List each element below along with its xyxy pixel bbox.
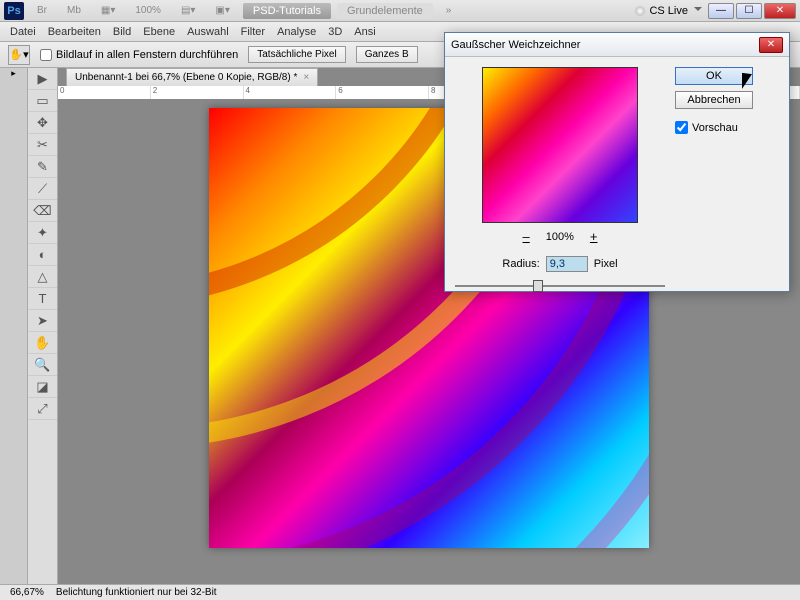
close-button[interactable]: ✕ xyxy=(764,3,796,19)
crop-tool[interactable]: ✂ xyxy=(28,134,57,156)
maximize-button[interactable]: ☐ xyxy=(736,3,762,19)
toolbox: ▶ ▭ ✥ ✂ ✎ ⟋ ⌫ ✦ ◐ △ T ➤ ✋ 🔍 ◪ ⤢ xyxy=(28,68,58,584)
workspace-more[interactable]: » xyxy=(439,3,459,18)
eraser-tool[interactable]: ⌫ xyxy=(28,200,57,222)
status-bar: 66,67% Belichtung funktioniert nur bei 3… xyxy=(0,584,800,600)
scroll-all-checkbox[interactable]: Bildlauf in allen Fenstern durchführen xyxy=(40,49,238,61)
actual-pixels-button[interactable]: Tatsächliche Pixel xyxy=(248,46,345,63)
ok-button[interactable]: OK xyxy=(675,67,753,85)
path-tool[interactable]: ➤ xyxy=(28,310,57,332)
menu-3d[interactable]: 3D xyxy=(328,26,342,38)
clone-tool[interactable]: ✦ xyxy=(28,222,57,244)
zoom-out-button[interactable]: – xyxy=(519,229,534,244)
pen-tool[interactable]: △ xyxy=(28,266,57,288)
cs-live-button[interactable]: CS Live xyxy=(635,5,702,17)
radius-input[interactable] xyxy=(546,256,588,272)
zoom-level[interactable]: 100% xyxy=(128,3,168,18)
gaussian-blur-dialog: Gaußscher Weichzeichner ✕ – 100% + Radiu… xyxy=(444,32,790,292)
menu-bild[interactable]: Bild xyxy=(113,26,131,38)
menu-filter[interactable]: Filter xyxy=(241,26,265,38)
move-tool[interactable]: ▶ xyxy=(28,68,57,90)
chevron-down-icon xyxy=(694,7,702,15)
app-logo: Ps xyxy=(4,2,24,20)
radius-label: Radius: xyxy=(502,258,539,270)
type-tool[interactable]: T xyxy=(28,288,57,310)
menu-analyse[interactable]: Analyse xyxy=(277,26,316,38)
titlebar-br-button[interactable]: Br xyxy=(30,3,54,18)
titlebar-arrange-button[interactable]: ▤▾ xyxy=(174,3,202,18)
quickmask-tool[interactable]: ⤢ xyxy=(28,398,57,420)
fit-screen-button[interactable]: Ganzes B xyxy=(356,46,418,63)
mini-expand-icon[interactable]: ▸ xyxy=(0,68,27,82)
workspace-psd-tutorials[interactable]: PSD-Tutorials xyxy=(243,3,331,19)
close-icon[interactable]: × xyxy=(303,72,309,83)
dialog-titlebar[interactable]: Gaußscher Weichzeichner ✕ xyxy=(445,33,789,57)
eyedropper-tool[interactable]: ✎ xyxy=(28,156,57,178)
hand-tool[interactable]: ✋ xyxy=(28,332,57,354)
window-controls: — ☐ ✕ xyxy=(708,3,796,19)
status-zoom[interactable]: 66,67% xyxy=(10,587,44,598)
minimize-button[interactable]: — xyxy=(708,3,734,19)
preview-image[interactable] xyxy=(482,67,638,223)
hand-tool-icon[interactable]: ✋▾ xyxy=(8,45,30,65)
radius-unit: Pixel xyxy=(594,258,618,270)
lasso-tool[interactable]: ✥ xyxy=(28,112,57,134)
dodge-tool[interactable]: ◐ xyxy=(28,244,57,266)
preview-zoom-controls: – 100% + xyxy=(519,229,602,244)
titlebar-mb-button[interactable]: Mb xyxy=(60,3,88,18)
preview-zoom-level: 100% xyxy=(546,231,574,243)
marquee-tool[interactable]: ▭ xyxy=(28,90,57,112)
color-swatch[interactable]: ◪ xyxy=(28,376,57,398)
dialog-close-button[interactable]: ✕ xyxy=(759,37,783,53)
workspace-grundelemente[interactable]: Grundelemente xyxy=(337,3,433,19)
titlebar-view-button[interactable]: ▦▾ xyxy=(94,3,122,18)
titlebar-screen-button[interactable]: ▣▾ xyxy=(208,3,236,18)
menu-auswahl[interactable]: Auswahl xyxy=(187,26,229,38)
title-bar: Ps Br Mb ▦▾ 100% ▤▾ ▣▾ PSD-Tutorials Gru… xyxy=(0,0,800,22)
menu-ebene[interactable]: Ebene xyxy=(143,26,175,38)
cancel-button[interactable]: Abbrechen xyxy=(675,91,753,109)
menu-datei[interactable]: Datei xyxy=(10,26,36,38)
status-hint: Belichtung funktioniert nur bei 32-Bit xyxy=(56,587,217,598)
zoom-tool[interactable]: 🔍 xyxy=(28,354,57,376)
menu-ansicht[interactable]: Ansi xyxy=(354,26,375,38)
brush-tool[interactable]: ⟋ xyxy=(28,178,57,200)
mini-bar: ▸ xyxy=(0,68,28,584)
dialog-title: Gaußscher Weichzeichner xyxy=(451,39,580,51)
menu-bearbeiten[interactable]: Bearbeiten xyxy=(48,26,101,38)
cs-live-icon xyxy=(635,6,645,16)
radius-slider[interactable] xyxy=(455,278,665,294)
document-tab[interactable]: Unbenannt-1 bei 66,7% (Ebene 0 Kopie, RG… xyxy=(66,68,318,86)
preview-checkbox[interactable]: Vorschau xyxy=(675,121,753,134)
zoom-in-button[interactable]: + xyxy=(586,229,602,244)
